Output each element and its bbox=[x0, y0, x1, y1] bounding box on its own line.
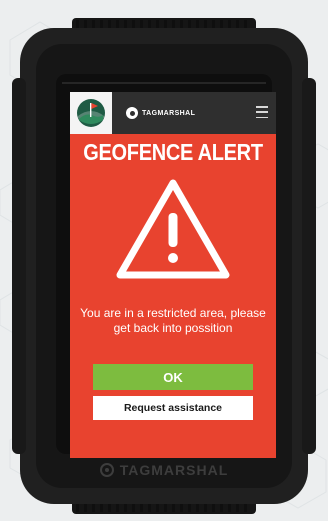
top-bar: TAGMARSHAL bbox=[70, 92, 276, 134]
warning-triangle-icon bbox=[116, 179, 230, 279]
ok-button[interactable]: OK bbox=[93, 364, 253, 390]
brand-mark-icon bbox=[99, 463, 114, 477]
brand-name: TAGMARSHAL bbox=[142, 109, 196, 117]
alert-message: You are in a restricted area, please get… bbox=[80, 306, 266, 335]
brand-mark-icon bbox=[126, 107, 138, 119]
brand-logo: TAGMARSHAL bbox=[126, 107, 195, 119]
course-flag-logo-icon bbox=[70, 92, 112, 134]
device-screen: TAGMARSHAL GEOFENCE ALERT You are in a r… bbox=[70, 92, 276, 458]
device-brand-name: TAGMARSHAL bbox=[119, 462, 229, 478]
alert-title: GEOFENCE ALERT bbox=[83, 140, 263, 166]
device-brand-label: TAGMARSHAL bbox=[12, 462, 316, 478]
tagmarshal-device: TAGMARSHAL GEOFENCE ALERT You are in a r… bbox=[12, 18, 316, 514]
hamburger-menu-icon[interactable] bbox=[256, 106, 268, 118]
request-assistance-button[interactable]: Request assistance bbox=[93, 396, 253, 420]
